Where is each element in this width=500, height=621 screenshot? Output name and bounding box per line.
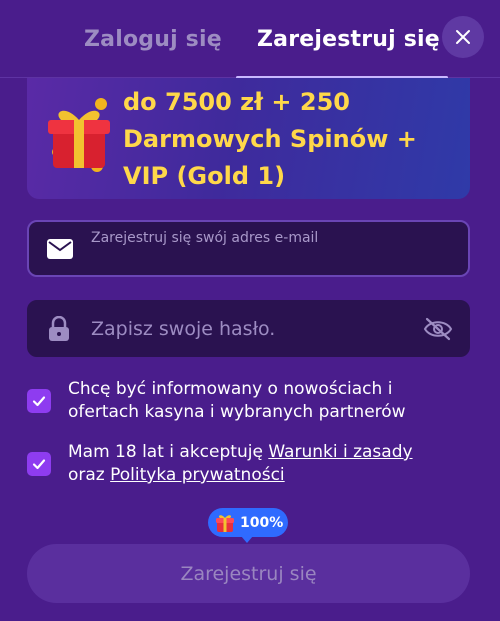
envelope-icon — [47, 238, 73, 259]
bonus-line-2: Darmowych Spinów + — [123, 125, 417, 153]
terms-consent-text: Mam 18 lat i akceptuję Warunki i zasady … — [68, 441, 413, 487]
email-field[interactable]: Zarejestruj się swój adres e-mail — [27, 220, 470, 277]
close-icon — [456, 30, 470, 44]
terms-prefix-text: Mam 18 lat i akceptuję — [68, 442, 269, 462]
bonus-banner: do 7500 zł + 250 Darmowych Spinów + VIP … — [27, 78, 470, 199]
consent-terms: Mam 18 lat i akceptuję Warunki i zasady … — [27, 441, 470, 487]
bonus-line-1: do 7500 zł + 250 — [123, 88, 350, 116]
checkmark-icon — [32, 459, 46, 470]
lock-icon — [49, 315, 69, 341]
close-button[interactable] — [442, 16, 484, 58]
consent-marketing: Chcę być informowany o nowościach i ofer… — [27, 378, 470, 424]
email-field-label: Zarejestruj się swój adres e-mail — [91, 230, 319, 246]
gift-box-icon — [48, 98, 110, 172]
progress-badge: 100% — [208, 508, 288, 543]
bonus-line-3: VIP (Gold 1) — [123, 162, 286, 190]
marketing-checkbox[interactable] — [27, 389, 51, 413]
terms-middle-text: oraz — [68, 465, 111, 485]
password-field[interactable]: Zapisz swoje hasło. — [27, 300, 470, 357]
privacy-link[interactable]: Polityka prywatności — [110, 465, 285, 485]
marketing-consent-text: Chcę być informowany o nowościach i ofer… — [68, 378, 406, 424]
terms-link[interactable]: Warunki i zasady — [268, 442, 412, 462]
tab-login[interactable]: Zaloguj się — [84, 27, 222, 52]
marketing-consent-line-1: Chcę być informowany o nowościach i — [68, 379, 393, 399]
auth-tabs: Zaloguj się Zarejestruj się — [0, 0, 500, 79]
tab-register[interactable]: Zarejestruj się — [257, 27, 440, 52]
marketing-consent-line-2: ofertach kasyna i wybranych partnerów — [68, 402, 406, 422]
bonus-text: do 7500 zł + 250 Darmowych Spinów + VIP … — [123, 84, 463, 195]
password-placeholder: Zapisz swoje hasło. — [91, 318, 276, 340]
terms-checkbox[interactable] — [27, 452, 51, 476]
checkmark-icon — [32, 396, 46, 407]
eye-off-icon[interactable] — [423, 317, 453, 341]
register-submit-button[interactable]: Zarejestruj się — [27, 544, 470, 603]
gift-icon — [216, 514, 234, 532]
progress-value: 100% — [240, 514, 284, 531]
